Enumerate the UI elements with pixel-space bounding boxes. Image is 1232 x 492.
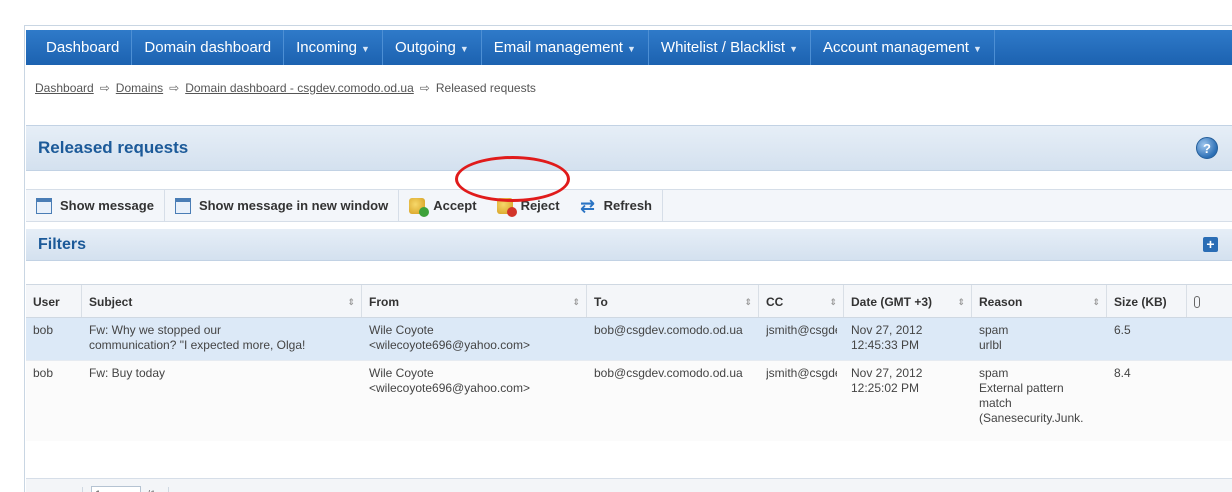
nav-label: Domain dashboard: [144, 39, 272, 56]
refresh-button[interactable]: ⇄ Refresh: [570, 189, 664, 222]
column-header-date[interactable]: Date (GMT +3) ⇕: [844, 285, 972, 317]
divider: [168, 486, 170, 492]
nav-outgoing[interactable]: Outgoing ▼: [383, 30, 482, 65]
nav-email-management[interactable]: Email management ▼: [482, 30, 649, 65]
page-number-input[interactable]: 1: [91, 485, 141, 492]
main-navbar: Dashboard Domain dashboard Incoming ▼ Out…: [26, 30, 1232, 65]
reject-button[interactable]: Reject: [487, 189, 570, 222]
column-header-attachment[interactable]: [1187, 285, 1212, 317]
prev-page-icon[interactable]: ◀: [58, 487, 74, 492]
column-header-from[interactable]: From ⇕: [362, 285, 587, 317]
page-title: Released requests: [38, 138, 189, 157]
column-header-to[interactable]: To ⇕: [587, 285, 759, 317]
column-header-subject[interactable]: Subject ⇕: [82, 285, 362, 317]
table-row[interactable]: bob Fw: Buy today Wile Coyote <wilecoyote…: [26, 361, 1232, 441]
arrow-right-icon: ⇨: [419, 81, 430, 95]
refresh-icon: ⇄: [580, 195, 596, 216]
breadcrumb-dashboard[interactable]: Dashboard: [35, 81, 94, 95]
sort-icon: ⇕: [572, 297, 580, 307]
first-page-icon[interactable]: ⏮: [36, 487, 52, 492]
column-header-user[interactable]: User: [26, 285, 82, 317]
reject-label: Reject: [520, 198, 560, 213]
filters-label: Filters: [38, 236, 87, 253]
nav-dashboard[interactable]: Dashboard: [34, 30, 133, 65]
show-message-button[interactable]: Show message: [26, 189, 165, 222]
sort-icon: ⇕: [957, 297, 965, 307]
nav-label: Incoming: [296, 39, 358, 56]
sort-icon: ⇕: [829, 297, 837, 307]
last-page-icon[interactable]: ⏭: [199, 487, 215, 492]
page-total: /1: [147, 489, 156, 492]
chevron-down-icon: ▼: [626, 44, 636, 54]
column-header-reason[interactable]: Reason ⇕: [972, 285, 1107, 317]
app-frame: Dashboard Domain dashboard Incoming ▼ Out…: [24, 25, 1232, 492]
nav-label: Dashboard: [46, 39, 120, 56]
refresh-label: Refresh: [603, 198, 653, 213]
breadcrumb-domains[interactable]: Domains: [116, 81, 163, 95]
panel-header: Released requests ?: [26, 125, 1232, 171]
show-message-new-window-label: Show message in new window: [198, 198, 389, 213]
nav-account-management[interactable]: Account management ▼: [811, 30, 995, 65]
accept-icon: [409, 197, 430, 217]
released-requests-table: User Subject ⇕ From ⇕ To ⇕ CC ⇕ Date (GMT +3…: [26, 284, 1232, 441]
arrow-right-icon: ⇨: [169, 81, 180, 95]
nav-label: Email management: [493, 39, 623, 56]
filters-panel[interactable]: Filters +: [26, 229, 1232, 261]
sort-icon: ⇕: [744, 297, 752, 307]
chevron-down-icon: ▼: [789, 44, 799, 54]
accept-label: Accept: [433, 198, 477, 213]
nav-whitelist-blacklist[interactable]: Whitelist / Blacklist ▼: [649, 30, 812, 65]
chevron-down-icon: ▼: [972, 44, 982, 54]
sort-icon: ⇕: [347, 297, 355, 307]
paperclip-icon: [1194, 296, 1200, 308]
breadcrumb-current: Released requests: [435, 81, 536, 95]
next-page-icon[interactable]: ▶: [177, 487, 193, 492]
nav-incoming[interactable]: Incoming ▼: [284, 30, 383, 65]
chevron-down-icon: ▼: [459, 44, 469, 54]
toolbar: Show message Show message in new window …: [26, 189, 1232, 222]
pagination-bar: ⏮ ◀ 1 /1 ▶ ⏭: [26, 478, 1232, 492]
reject-icon: [496, 197, 517, 217]
nav-label: Account management: [823, 39, 969, 56]
show-message-new-window-button[interactable]: Show message in new window: [165, 189, 400, 222]
new-window-icon: [174, 197, 191, 214]
nav-domain-dashboard[interactable]: Domain dashboard: [132, 30, 285, 65]
table-header: User Subject ⇕ From ⇕ To ⇕ CC ⇕ Date (GMT +3…: [26, 284, 1232, 318]
column-header-cc[interactable]: CC ⇕: [759, 285, 844, 317]
show-message-label: Show message: [60, 198, 154, 213]
expand-plus-icon[interactable]: +: [1203, 237, 1218, 252]
accept-button[interactable]: Accept: [399, 189, 486, 222]
breadcrumb: Dashboard ⇨ Domains ⇨ Domain dashboard - csg…: [35, 81, 536, 95]
help-icon[interactable]: ?: [1196, 137, 1218, 159]
column-header-size[interactable]: Size (KB): [1107, 285, 1187, 317]
chevron-down-icon: ▼: [361, 44, 370, 54]
nav-label: Outgoing: [394, 39, 456, 56]
window-icon: [36, 197, 52, 214]
sort-icon: ⇕: [1092, 297, 1100, 307]
nav-label: Whitelist / Blacklist: [660, 39, 786, 56]
divider: [82, 486, 83, 492]
arrow-right-icon: ⇨: [99, 81, 110, 95]
table-row[interactable]: bob Fw: Why we stopped our communication?…: [26, 318, 1232, 361]
breadcrumb-domain-dashboard[interactable]: Domain dashboard - csgdev.comodo.od.ua: [185, 81, 414, 95]
